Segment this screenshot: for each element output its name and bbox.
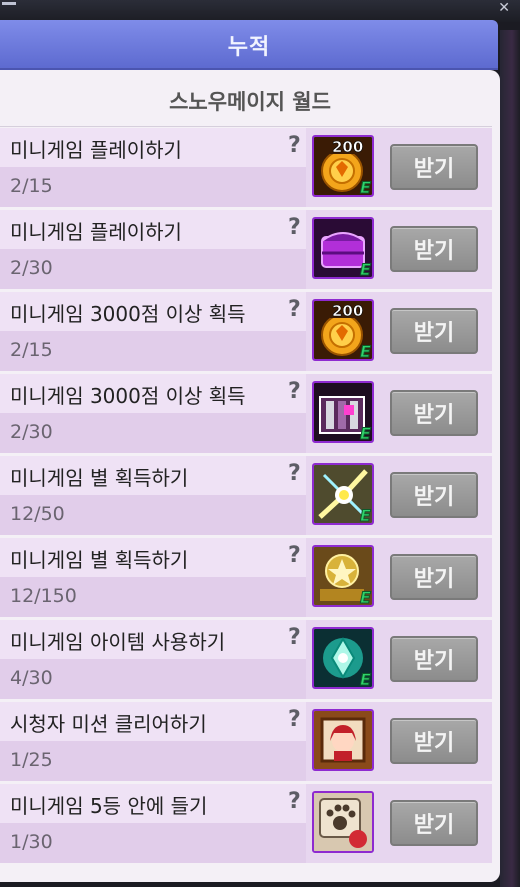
help-icon[interactable]: ? [288, 543, 301, 568]
coin-200-icon[interactable]: 200 E [312, 135, 374, 197]
minimize-icon[interactable] [2, 2, 16, 5]
grade-e-icon: E [360, 670, 371, 687]
character-portrait-icon[interactable] [312, 709, 374, 771]
svg-text:200: 200 [332, 138, 363, 156]
mission-title: 미니게임 3000점 이상 획득 [10, 384, 246, 408]
mission-title: 미니게임 아이템 사용하기 [10, 630, 226, 654]
help-icon[interactable]: ? [288, 133, 301, 158]
grade-e-icon: E [360, 178, 371, 195]
help-icon[interactable]: ? [288, 379, 301, 404]
mission-row: 미니게임 별 획득하기 12/50? E 받기 [0, 456, 492, 535]
help-icon[interactable]: ? [288, 625, 301, 650]
world-title: 스노우메이지 월드 [169, 90, 331, 114]
grade-e-icon: E [360, 506, 371, 523]
claim-button[interactable]: 받기 [390, 472, 478, 518]
mission-row: 미니게임 플레이하기 2/30? E 받기 [0, 210, 492, 289]
mission-title: 미니게임 별 획득하기 [10, 548, 189, 572]
divider [0, 126, 492, 127]
close-icon[interactable]: ✕ [498, 0, 510, 16]
mission-title: 미니게임 플레이하기 [10, 138, 182, 162]
claim-button[interactable]: 받기 [390, 554, 478, 600]
mission-progress: 1/30 [10, 831, 53, 853]
mission-row: 미니게임 별 획득하기 12/150? E 받기 [0, 538, 492, 617]
paw-item-icon[interactable] [312, 791, 374, 853]
claim-button[interactable]: 받기 [390, 308, 478, 354]
claim-button[interactable]: 받기 [390, 144, 478, 190]
window-chrome-bar: ✕ [0, 0, 520, 22]
mission-title: 시청자 미션 클리어하기 [10, 712, 207, 736]
help-icon[interactable]: ? [288, 461, 301, 486]
mission-progress: 12/150 [10, 585, 77, 607]
grade-e-icon: E [360, 588, 371, 605]
mission-title: 미니게임 별 획득하기 [10, 466, 189, 490]
pink-chest-icon[interactable]: E [312, 381, 374, 443]
mission-row: 미니게임 3000점 이상 획득 2/30? E 받기 [0, 374, 492, 453]
grade-e-icon: E [360, 342, 371, 359]
mission-row: 미니게임 5등 안에 들기 1/30? 받기 [0, 784, 492, 863]
mission-progress: 2/15 [10, 175, 53, 197]
mission-progress: 2/15 [10, 339, 53, 361]
mission-row: 미니게임 플레이하기 2/15? 200 E 받기 [0, 128, 492, 207]
mission-title: 미니게임 5등 안에 들기 [10, 794, 208, 818]
svg-text:200: 200 [332, 302, 363, 320]
mission-title: 미니게임 3000점 이상 획득 [10, 302, 246, 326]
header-title: 누적 [227, 35, 271, 60]
mission-list[interactable]: 미니게임 플레이하기 2/15? 200 E 받기 미니게임 플레이하기 2/30? E 받기 미… [0, 128, 500, 866]
sparkle-burst-icon[interactable]: E [312, 463, 374, 525]
help-icon[interactable]: ? [288, 707, 301, 732]
gold-emblem-icon[interactable]: E [312, 545, 374, 607]
mission-progress: 1/25 [10, 749, 53, 771]
teal-crystal-icon[interactable]: E [312, 627, 374, 689]
purple-box-icon[interactable]: E [312, 217, 374, 279]
grade-e-icon: E [360, 260, 371, 277]
help-icon[interactable]: ? [288, 215, 301, 240]
claim-button[interactable]: 받기 [390, 226, 478, 272]
mission-panel: 스노우메이지 월드 미니게임 플레이하기 2/15? 200 E 받기 미니게임 플레이하… [0, 70, 500, 882]
claim-button[interactable]: 받기 [390, 800, 478, 846]
header-bar: 누적 [0, 20, 498, 70]
mission-title: 미니게임 플레이하기 [10, 220, 182, 244]
mission-progress: 12/50 [10, 503, 65, 525]
mission-row: 시청자 미션 클리어하기 1/25? 받기 [0, 702, 492, 781]
help-icon[interactable]: ? [288, 789, 301, 814]
background-right-edge [500, 30, 520, 887]
grade-e-icon: E [360, 424, 371, 441]
mission-progress: 2/30 [10, 257, 53, 279]
coin-200-icon[interactable]: 200 E [312, 299, 374, 361]
claim-button[interactable]: 받기 [390, 636, 478, 682]
claim-button[interactable]: 받기 [390, 718, 478, 764]
mission-row: 미니게임 아이템 사용하기 4/30? E 받기 [0, 620, 492, 699]
mission-row: 미니게임 3000점 이상 획득 2/15? 200 E 받기 [0, 292, 492, 371]
claim-button[interactable]: 받기 [390, 390, 478, 436]
help-icon[interactable]: ? [288, 297, 301, 322]
mission-progress: 4/30 [10, 667, 53, 689]
mission-progress: 2/30 [10, 421, 53, 443]
